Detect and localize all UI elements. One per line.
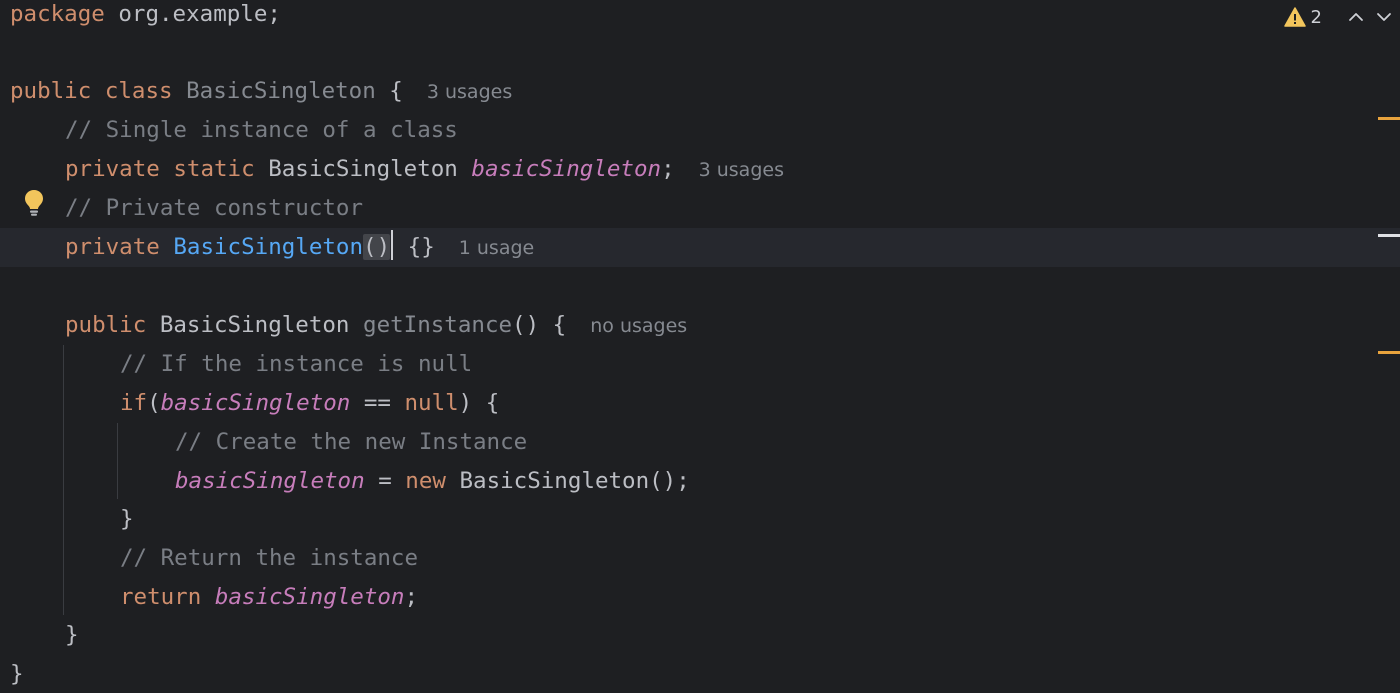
paren: ( (147, 390, 161, 416)
code-line-comment[interactable]: // Return the instance (0, 539, 1400, 578)
text-caret (391, 230, 394, 260)
usages-inlay[interactable]: 3 usages (699, 159, 784, 181)
keyword: private (65, 234, 160, 260)
semicolon: ; (404, 584, 419, 610)
code-line-field-declaration[interactable]: private static BasicSingleton basicSingl… (0, 150, 1400, 189)
code-line-comment[interactable]: // If the instance is null (0, 345, 1400, 384)
keyword: static (173, 156, 255, 182)
code-line-constructor[interactable]: private BasicSingleton() {} 1 usage (0, 228, 1400, 267)
keyword: if (120, 390, 148, 416)
field-name: basicSingleton (471, 156, 662, 182)
constructor-body: {} (407, 234, 435, 260)
usages-inlay[interactable]: 1 usage (459, 237, 534, 259)
keyword: package (10, 1, 105, 27)
brace: { (375, 78, 403, 104)
code-editor[interactable]: package org.example; public class BasicS… (0, 0, 1400, 693)
brace: } (10, 661, 24, 687)
return-type: BasicSingleton (159, 312, 350, 338)
keyword: new (405, 468, 446, 494)
comment: // Create the new Instance (175, 429, 528, 455)
warning-count: 2 (1310, 6, 1322, 28)
lightbulb-icon[interactable] (24, 189, 44, 217)
code-line-closing-brace[interactable]: } (0, 500, 1400, 539)
code-line-package[interactable]: package org.example; (0, 0, 1384, 34)
package-name: org.example; (104, 1, 281, 27)
caret-stripe-marker[interactable] (1378, 234, 1400, 237)
operator: == (350, 390, 405, 416)
warning-triangle-icon[interactable] (1283, 7, 1306, 27)
type-name: BasicSingleton (268, 156, 458, 182)
warning-stripe-marker[interactable] (1378, 351, 1400, 354)
class-name: BasicSingleton (186, 78, 376, 104)
operator: = (364, 468, 406, 494)
previous-highlight-button[interactable] (1344, 5, 1368, 29)
field-reference: basicSingleton (214, 584, 405, 610)
chevron-down-icon (1377, 13, 1391, 21)
brace: } (120, 506, 134, 532)
keyword: class (104, 78, 173, 104)
code-line-if-statement[interactable]: if(basicSingleton == null) { (0, 384, 1400, 423)
code-line-comment[interactable]: // Private constructor (0, 189, 1400, 228)
matched-parens: () (363, 234, 391, 260)
keyword: null (404, 390, 459, 416)
code-line-assignment[interactable]: basicSingleton = new BasicSingleton(); (0, 462, 1400, 501)
comment: // Private constructor (65, 195, 364, 221)
chevron-up-icon (1349, 13, 1363, 21)
semicolon: ; (661, 156, 675, 182)
method-params: () { (512, 312, 567, 338)
comment: // Single instance of a class (65, 117, 458, 143)
code-line-comment[interactable]: // Create the new Instance (0, 423, 1400, 462)
comment: // Return the instance (120, 545, 419, 571)
constructor-name: BasicSingleton (173, 234, 364, 260)
method-name: getInstance (363, 312, 513, 338)
paren-brace: ) { (458, 390, 500, 416)
keyword: public (10, 78, 92, 104)
keyword: public (65, 312, 147, 338)
warning-stripe-marker[interactable] (1378, 117, 1400, 120)
code-line-comment[interactable]: // Single instance of a class (0, 111, 1400, 150)
usages-inlay[interactable]: 3 usages (427, 81, 512, 103)
inspection-widget[interactable]: 2 (1283, 5, 1396, 29)
constructor-call: BasicSingleton(); (445, 468, 690, 494)
keyword: return (120, 584, 202, 610)
code-line-closing-brace[interactable]: } (0, 616, 1400, 655)
code-line-method-declaration[interactable]: public BasicSingleton getInstance() { no … (0, 306, 1400, 345)
comment: // If the instance is null (120, 351, 473, 377)
keyword: private (65, 156, 160, 182)
code-line-return[interactable]: return basicSingleton; (0, 578, 1400, 617)
field-reference: basicSingleton (175, 468, 365, 494)
next-highlight-button[interactable] (1372, 5, 1396, 29)
brace: } (65, 622, 79, 648)
code-line-class-declaration[interactable]: public class BasicSingleton {3 usages (0, 72, 1384, 111)
field-reference: basicSingleton (160, 390, 351, 416)
code-line-closing-brace[interactable]: } (0, 655, 1384, 693)
usages-inlay[interactable]: no usages (590, 315, 687, 337)
